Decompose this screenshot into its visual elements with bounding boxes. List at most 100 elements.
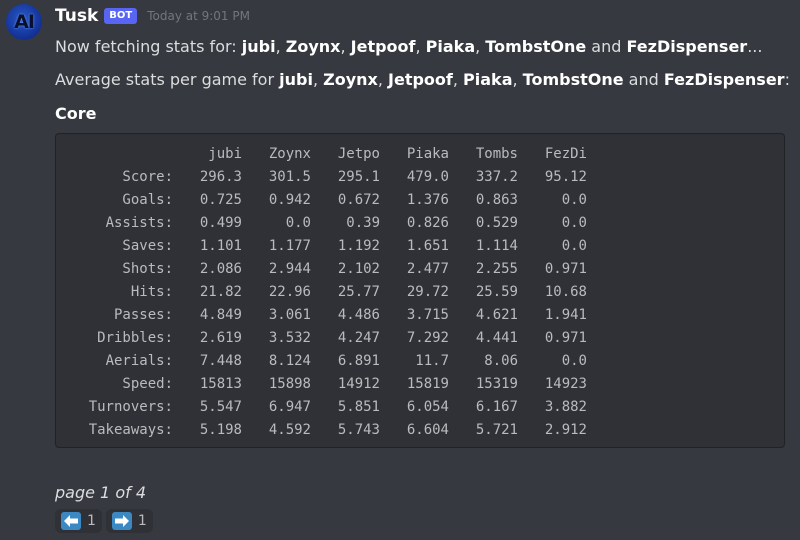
- reaction-previous-page[interactable]: 1: [55, 509, 102, 533]
- stat-cell: 2.944: [268, 261, 311, 277]
- stat-cell: 1.177: [268, 238, 311, 254]
- stat-cell: 1.114: [475, 238, 518, 254]
- stat-cell: 5.721: [475, 422, 518, 438]
- table-row: Score: 296.3 301.5 295.1 479.0 337.2 95.12: [65, 166, 587, 189]
- average-players: jubi, Zoynx, Jetpoof, Piaka, TombstOne a…: [279, 70, 784, 89]
- table-row: Goals: 0.725 0.942 0.672 1.376 0.863 0.0: [65, 189, 587, 212]
- row-label: Goals:: [122, 192, 173, 208]
- chat-message: AI Tusk BOT Today at 9:01 PM Now fetchin…: [0, 0, 800, 540]
- table-row: Takeaways: 5.198 4.592 5.743 6.604 5.721 2.912: [65, 419, 587, 442]
- stat-cell: 2.912: [544, 422, 587, 438]
- fetching-prefix: Now fetching stats for:: [55, 37, 242, 56]
- average-prefix: Average stats per game for: [55, 70, 280, 89]
- stat-cell: 0.863: [475, 192, 518, 208]
- stat-cell: 0.942: [268, 192, 311, 208]
- column-header: Tombs: [475, 146, 518, 162]
- stat-cell: 6.891: [337, 353, 380, 369]
- stats-codeblock: jubi Zoynx Jetpo Piaka Tombs FezDi Score: 296.…: [55, 133, 785, 448]
- table-row: Turnovers: 5.547 6.947 5.851 6.054 6.167 3.882: [65, 396, 587, 419]
- stat-cell: 1.376: [406, 192, 449, 208]
- player-name: FezDispenser: [626, 37, 748, 56]
- stat-cell: 25.77: [337, 284, 380, 300]
- stat-cell: 8.124: [268, 353, 311, 369]
- fetching-suffix: ...: [747, 37, 763, 56]
- username[interactable]: Tusk: [55, 6, 98, 26]
- player-name: Jetpoof: [350, 37, 416, 56]
- player-name: Jetpoof: [388, 70, 453, 89]
- table-row: Passes: 4.849 3.061 4.486 3.715 4.621 1.941: [65, 304, 587, 327]
- stat-cell: 0.725: [199, 192, 242, 208]
- timestamp: Today at 9:01 PM: [147, 9, 250, 23]
- bot-avatar[interactable]: AI: [6, 4, 42, 40]
- reaction-count: 1: [137, 513, 147, 529]
- row-label: Score:: [122, 169, 173, 185]
- average-line: Average stats per game for jubi, Zoynx, …: [55, 70, 790, 89]
- stat-cell: 0.672: [337, 192, 380, 208]
- stat-cell: 15319: [475, 376, 518, 392]
- row-label: Hits:: [130, 284, 173, 300]
- stat-cell: 6.167: [475, 399, 518, 415]
- column-header: Jetpo: [337, 146, 380, 162]
- stat-cell: 7.292: [406, 330, 449, 346]
- table-row: Aerials: 7.448 8.124 6.891 11.7 8.06 0.0: [65, 350, 587, 373]
- stat-cell: 296.3: [199, 169, 242, 185]
- stat-cell: 14923: [544, 376, 587, 392]
- stat-cell: 2.086: [199, 261, 242, 277]
- stat-cell: 15813: [199, 376, 242, 392]
- reaction-next-page[interactable]: 1: [105, 509, 153, 533]
- stats-table: jubi Zoynx Jetpo Piaka Tombs FezDi Score: 296.…: [65, 143, 587, 442]
- stat-cell: 2.102: [337, 261, 380, 277]
- name-conjunction: and: [586, 37, 627, 56]
- player-name: jubi: [241, 37, 276, 56]
- stat-cell: 1.941: [544, 307, 587, 323]
- stat-cell: 479.0: [406, 169, 449, 185]
- stats-header-row: jubi Zoynx Jetpo Piaka Tombs FezDi: [65, 143, 587, 166]
- stat-cell: 4.849: [199, 307, 242, 323]
- stat-cell: 3.532: [268, 330, 311, 346]
- player-name: TombstOne: [485, 37, 587, 56]
- stat-cell: 5.743: [337, 422, 380, 438]
- stats-body: Score: 296.3 301.5 295.1 479.0 337.2 95.12 Goal…: [65, 166, 587, 442]
- reaction-bar: 1 1: [55, 509, 157, 533]
- stat-cell: 10.68: [544, 284, 587, 300]
- stat-cell: 22.96: [268, 284, 311, 300]
- stat-cell: 2.477: [406, 261, 449, 277]
- fetching-line: Now fetching stats for: jubi, Zoynx, Jet…: [55, 37, 762, 56]
- stat-cell: 15898: [268, 376, 311, 392]
- table-row: Speed: 15813 15898 14912 15819 15319 14923: [65, 373, 587, 396]
- column-header: jubi: [208, 146, 242, 162]
- name-separator: ,: [475, 37, 486, 56]
- arrow-left-icon: [61, 512, 81, 530]
- player-name: TombstOne: [522, 70, 624, 89]
- stat-cell: 21.82: [199, 284, 242, 300]
- stat-cell: 3.882: [544, 399, 587, 415]
- stat-cell: 4.247: [337, 330, 380, 346]
- name-separator: ,: [377, 70, 389, 89]
- row-label: Shots:: [122, 261, 173, 277]
- stat-cell: 1.192: [337, 238, 380, 254]
- stat-cell: 1.651: [406, 238, 449, 254]
- stat-cell: 6.947: [268, 399, 311, 415]
- message-header: Tusk BOT Today at 9:01 PM: [55, 6, 250, 26]
- player-name: Piaka: [463, 70, 513, 89]
- stat-cell: 3.715: [406, 307, 449, 323]
- avatar-text: AI: [14, 11, 35, 33]
- stat-cell: 0.0: [561, 353, 587, 369]
- stat-cell: 95.12: [544, 169, 587, 185]
- stat-cell: 4.621: [475, 307, 518, 323]
- stat-cell: 337.2: [475, 169, 518, 185]
- stat-cell: 29.72: [406, 284, 449, 300]
- stat-cell: 4.592: [268, 422, 311, 438]
- table-row: Hits: 21.82 22.96 25.77 29.72 25.59 10.68: [65, 281, 587, 304]
- row-label: Turnovers:: [88, 399, 173, 415]
- stat-cell: 6.054: [406, 399, 449, 415]
- reaction-count: 1: [87, 513, 96, 529]
- stat-cell: 25.59: [475, 284, 518, 300]
- player-name: Zoynx: [323, 70, 378, 89]
- stat-cell: 15819: [406, 376, 449, 392]
- stat-cell: 2.255: [475, 261, 518, 277]
- name-separator: ,: [512, 70, 523, 89]
- stat-cell: 4.486: [337, 307, 380, 323]
- row-label: Speed:: [122, 376, 173, 392]
- bot-tag: BOT: [104, 8, 138, 24]
